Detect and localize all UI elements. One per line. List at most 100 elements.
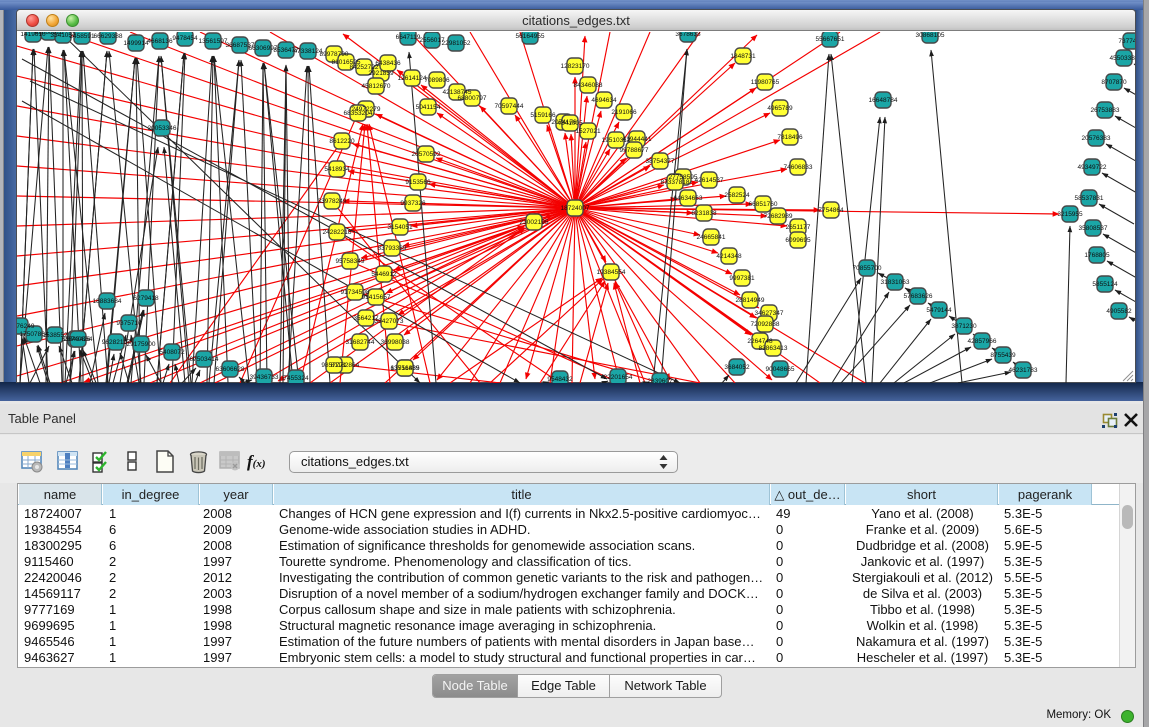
svg-text:49349722: 49349722 <box>1078 164 1107 171</box>
svg-text:4841005: 4841005 <box>557 120 583 127</box>
svg-text:2191066: 2191066 <box>611 109 637 116</box>
svg-text:26753883: 26753883 <box>1091 107 1120 114</box>
svg-text:8755439: 8755439 <box>990 352 1016 359</box>
svg-text:8612220: 8612220 <box>329 138 355 145</box>
svg-text:5446912: 5446912 <box>371 271 397 278</box>
svg-text:9997381: 9997381 <box>729 275 755 282</box>
svg-text:3678638: 3678638 <box>675 32 701 38</box>
svg-text:70597444: 70597444 <box>495 103 524 110</box>
svg-text:11980765: 11980765 <box>751 79 780 86</box>
svg-text:5159166: 5159166 <box>530 112 556 119</box>
svg-text:2839607: 2839607 <box>647 378 673 383</box>
svg-text:74606833: 74606833 <box>784 164 813 171</box>
svg-text:89978790: 89978790 <box>320 51 349 58</box>
svg-text:22981052: 22981052 <box>442 40 471 47</box>
svg-text:31682744: 31682744 <box>346 339 375 346</box>
svg-text:28814949: 28814949 <box>736 297 765 304</box>
svg-text:13716485: 13716485 <box>391 365 420 372</box>
svg-text:36998038: 36998038 <box>381 339 410 346</box>
svg-text:90048665: 90048665 <box>766 366 795 373</box>
svg-text:3684052: 3684052 <box>724 364 750 371</box>
svg-text:8231838: 8231838 <box>691 210 717 217</box>
svg-text:3154051: 3154051 <box>387 224 413 231</box>
svg-text:87337818: 87337818 <box>661 179 690 186</box>
svg-text:91415657: 91415657 <box>362 294 391 301</box>
svg-text:19384554: 19384554 <box>597 269 626 276</box>
svg-text:3215955: 3215955 <box>1057 211 1083 218</box>
svg-text:68353204: 68353204 <box>344 110 373 117</box>
svg-text:4214348: 4214348 <box>716 253 742 260</box>
svg-text:41944441: 41944441 <box>623 136 652 143</box>
svg-text:99788677: 99788677 <box>620 147 649 154</box>
svg-text:5408072: 5408072 <box>159 349 185 356</box>
svg-text:46231783: 46231783 <box>1009 367 1038 374</box>
svg-text:6438436: 6438436 <box>375 60 401 67</box>
svg-text:9857771: 9857771 <box>321 362 347 369</box>
svg-text:56164955: 56164955 <box>516 33 545 40</box>
svg-text:47338124: 47338124 <box>294 48 323 55</box>
svg-text:9375710: 9375710 <box>116 320 142 327</box>
svg-text:6279418: 6279418 <box>133 295 159 302</box>
svg-text:66851760: 66851760 <box>749 201 778 208</box>
svg-text:45503389: 45503389 <box>1110 55 1135 62</box>
svg-text:7377459: 7377459 <box>1118 38 1135 45</box>
svg-text:4905582: 4905582 <box>1106 308 1132 315</box>
svg-text:31831063: 31831063 <box>881 279 910 286</box>
svg-text:1499914: 1499914 <box>123 40 149 47</box>
svg-text:12823170: 12823170 <box>561 63 590 70</box>
svg-text:33978249: 33978249 <box>318 198 347 205</box>
svg-text:9153566: 9153566 <box>405 179 431 186</box>
svg-text:29175900: 29175900 <box>127 341 156 348</box>
svg-text:1768805: 1768805 <box>1084 252 1110 259</box>
svg-text:2651177: 2651177 <box>786 224 811 231</box>
svg-text:2458591: 2458591 <box>69 33 95 40</box>
svg-text:83863413: 83863413 <box>759 345 788 352</box>
svg-text:20576383: 20576383 <box>1082 135 1111 142</box>
svg-text:12614124: 12614124 <box>398 75 427 82</box>
svg-text:1527021: 1527021 <box>575 128 601 135</box>
svg-text:18883684: 18883684 <box>93 298 122 305</box>
svg-text:20053346: 20053346 <box>148 125 177 132</box>
svg-text:13561597: 13561597 <box>199 38 228 45</box>
svg-text:30868105: 30868105 <box>916 32 945 39</box>
svg-text:55667651: 55667651 <box>816 36 845 43</box>
svg-text:83793389: 83793389 <box>378 245 407 252</box>
svg-text:9937326: 9937326 <box>400 200 426 207</box>
svg-text:39476249: 39476249 <box>17 323 35 330</box>
svg-text:84346088: 84346088 <box>574 82 603 89</box>
svg-text:64634663: 64634663 <box>674 195 703 202</box>
svg-text:63606628: 63606628 <box>216 366 245 373</box>
svg-text:23002195: 23002195 <box>520 219 549 226</box>
svg-text:2264748: 2264748 <box>747 338 773 345</box>
svg-text:38754377: 38754377 <box>646 158 675 165</box>
svg-text:24665841: 24665841 <box>697 234 726 241</box>
svg-text:5479144: 5479144 <box>926 307 952 314</box>
svg-text:6099695: 6099695 <box>785 237 811 244</box>
svg-text:45812670: 45812670 <box>362 83 391 90</box>
svg-text:35808537: 35808537 <box>1079 225 1108 232</box>
svg-text:42857966: 42857966 <box>968 338 997 345</box>
svg-text:66629388: 66629388 <box>94 33 123 40</box>
svg-text:68800797: 68800797 <box>458 95 487 102</box>
svg-text:67503414: 67503414 <box>190 356 219 363</box>
svg-text:5855124: 5855124 <box>1092 281 1118 288</box>
svg-text:4694634: 4694634 <box>591 97 617 104</box>
svg-text:18724007: 18724007 <box>561 205 590 212</box>
svg-text:39436733: 39436733 <box>250 374 279 381</box>
svg-text:95758349: 95758349 <box>336 258 365 265</box>
svg-text:4668136: 4668136 <box>147 38 173 45</box>
svg-text:7455324: 7455324 <box>283 375 309 382</box>
svg-text:28740864: 28740864 <box>64 336 93 343</box>
svg-text:70855700: 70855700 <box>853 265 882 272</box>
svg-text:2582524: 2582524 <box>724 192 750 199</box>
svg-text:38427073: 38427073 <box>375 318 404 325</box>
svg-text:7818496: 7818496 <box>777 134 803 141</box>
svg-text:6647119: 6647119 <box>396 34 421 41</box>
svg-text:7089806: 7089806 <box>424 77 450 84</box>
svg-text:20570592: 20570592 <box>412 151 441 158</box>
svg-text:72682989: 72682989 <box>764 213 793 220</box>
svg-text:9478454: 9478454 <box>172 35 198 42</box>
svg-text:3871230: 3871230 <box>951 323 977 330</box>
svg-text:16648784: 16648784 <box>869 97 898 104</box>
svg-text:57683626: 57683626 <box>904 293 933 300</box>
